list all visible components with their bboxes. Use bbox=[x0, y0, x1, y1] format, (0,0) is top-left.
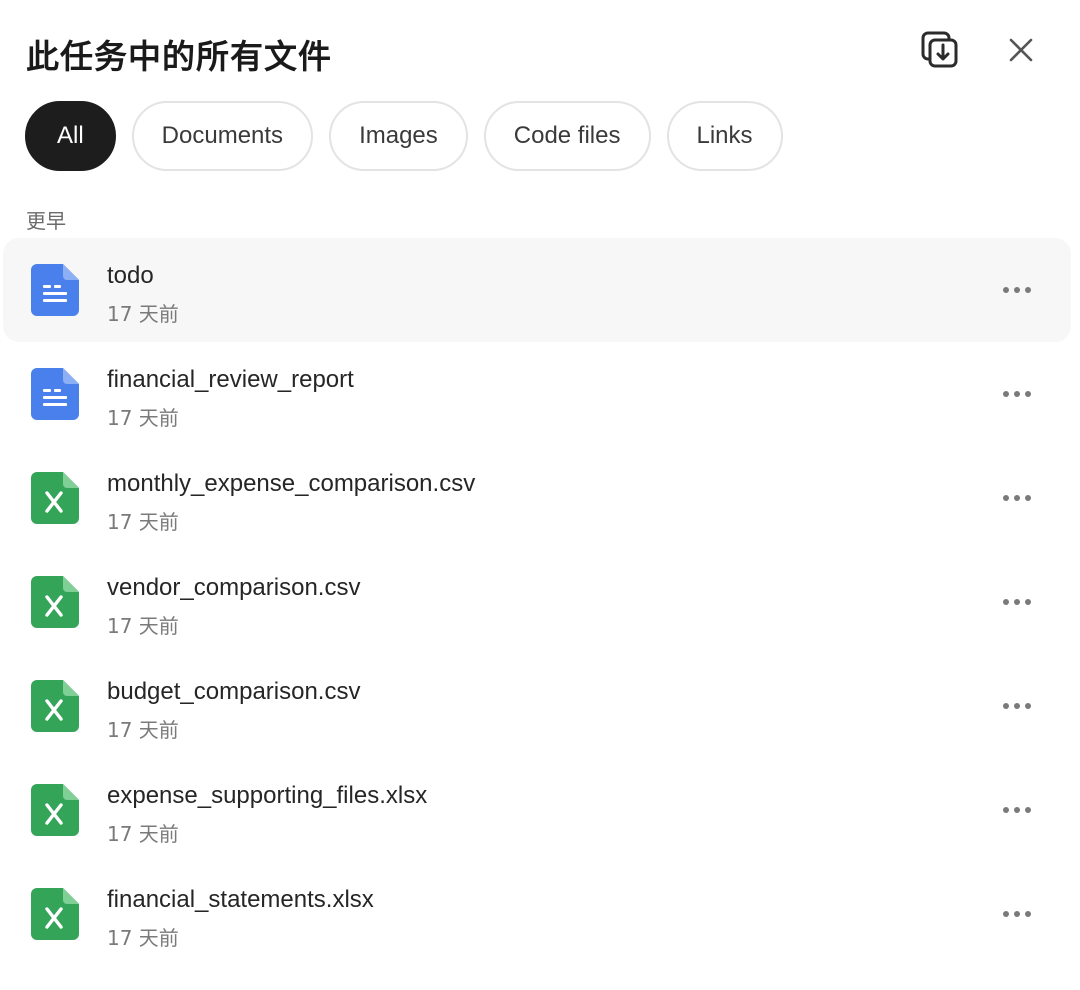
more-horizontal-icon bbox=[1003, 807, 1031, 813]
doc-icon bbox=[31, 368, 79, 420]
file-timestamp: 17 天前 bbox=[107, 614, 179, 638]
file-row[interactable]: todo 17 天前 bbox=[3, 238, 1071, 342]
file-list: todo 17 天前 financial_review_report 17 天前 mon… bbox=[3, 238, 1071, 966]
file-name: financial_review_report bbox=[107, 366, 354, 393]
more-options-button[interactable] bbox=[995, 482, 1039, 514]
more-options-button[interactable] bbox=[995, 794, 1039, 826]
tab-images[interactable]: Images bbox=[329, 101, 468, 171]
file-timestamp: 17 天前 bbox=[107, 822, 179, 846]
file-row[interactable]: budget_comparison.csv 17 天前 bbox=[3, 654, 1071, 758]
more-options-button[interactable] bbox=[995, 378, 1039, 410]
file-name: expense_supporting_files.xlsx bbox=[107, 782, 428, 809]
tab-links[interactable]: Links bbox=[666, 101, 783, 171]
tab-documents[interactable]: Documents bbox=[131, 101, 314, 171]
file-name: todo bbox=[107, 262, 154, 289]
file-timestamp: 17 天前 bbox=[107, 926, 179, 950]
tab-all[interactable]: All bbox=[25, 101, 116, 171]
section-label-earlier: 更早 bbox=[26, 209, 66, 233]
more-options-button[interactable] bbox=[995, 690, 1039, 722]
more-horizontal-icon bbox=[1003, 911, 1031, 917]
file-row[interactable]: expense_supporting_files.xlsx 17 天前 bbox=[3, 758, 1071, 862]
file-row[interactable]: financial_statements.xlsx 17 天前 bbox=[3, 862, 1071, 966]
file-timestamp: 17 天前 bbox=[107, 718, 179, 742]
spreadsheet-icon bbox=[31, 888, 79, 940]
download-all-icon bbox=[921, 31, 958, 68]
file-name: vendor_comparison.csv bbox=[107, 574, 361, 601]
more-horizontal-icon bbox=[1003, 599, 1031, 605]
more-options-button[interactable] bbox=[995, 274, 1039, 306]
spreadsheet-icon bbox=[31, 576, 79, 628]
spreadsheet-icon bbox=[31, 784, 79, 836]
more-horizontal-icon bbox=[1003, 495, 1031, 501]
file-row[interactable]: financial_review_report 17 天前 bbox=[3, 342, 1071, 446]
download-all-button[interactable] bbox=[918, 28, 962, 72]
spreadsheet-icon bbox=[31, 472, 79, 524]
file-timestamp: 17 天前 bbox=[107, 302, 179, 326]
panel-header: 此任务中的所有文件 bbox=[26, 28, 1056, 78]
more-horizontal-icon bbox=[1003, 703, 1031, 709]
file-row[interactable]: monthly_expense_comparison.csv 17 天前 bbox=[3, 446, 1071, 550]
more-horizontal-icon bbox=[1003, 287, 1031, 293]
tab-code-files[interactable]: Code files bbox=[483, 101, 651, 171]
doc-icon bbox=[31, 264, 79, 316]
panel-title: 此任务中的所有文件 bbox=[26, 37, 332, 76]
file-timestamp: 17 天前 bbox=[107, 406, 179, 430]
spreadsheet-icon bbox=[31, 680, 79, 732]
file-row[interactable]: vendor_comparison.csv 17 天前 bbox=[3, 550, 1071, 654]
filter-tabs: All Documents Images Code files Links bbox=[25, 101, 783, 171]
file-timestamp: 17 天前 bbox=[107, 510, 179, 534]
more-options-button[interactable] bbox=[995, 586, 1039, 618]
file-name: budget_comparison.csv bbox=[107, 678, 361, 705]
more-horizontal-icon bbox=[1003, 391, 1031, 397]
more-options-button[interactable] bbox=[995, 898, 1039, 930]
close-icon bbox=[1009, 38, 1033, 62]
file-name: financial_statements.xlsx bbox=[107, 886, 374, 913]
file-name: monthly_expense_comparison.csv bbox=[107, 470, 476, 497]
close-button[interactable] bbox=[999, 28, 1043, 72]
